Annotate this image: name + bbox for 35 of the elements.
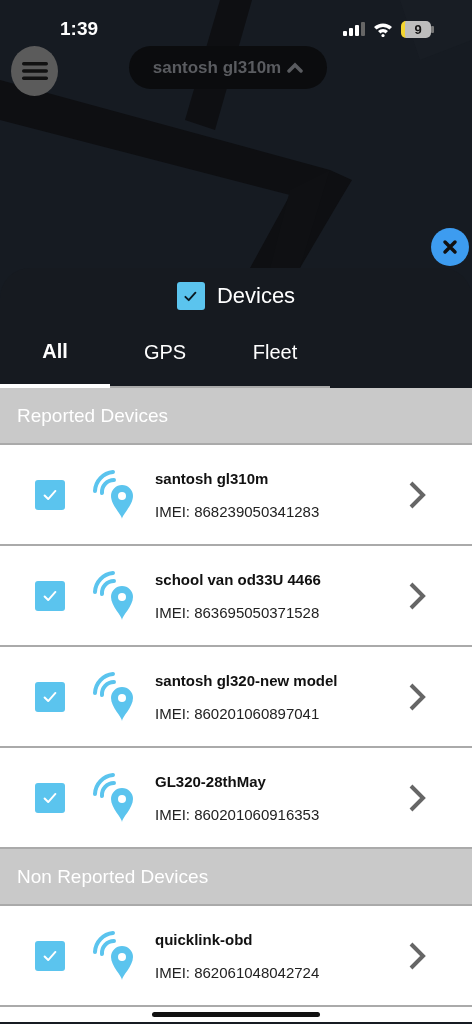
checkbox[interactable]	[35, 782, 65, 813]
device-row[interactable]: school van od33U 4466 IMEI: 863695050371528	[0, 546, 472, 647]
chevron-right-icon	[407, 681, 427, 712]
chevron-right-icon	[407, 479, 427, 510]
chevron-right-icon	[407, 940, 427, 971]
chevron-right-icon	[407, 782, 427, 813]
chevron-right-icon	[407, 580, 427, 611]
checkbox[interactable]	[35, 580, 65, 611]
gps-pin-icon	[91, 569, 135, 622]
status-time: 1:39	[60, 18, 99, 40]
close-icon	[442, 239, 458, 255]
device-imei: IMEI: 862061048042724	[155, 963, 321, 981]
gps-pin-icon	[91, 771, 135, 824]
checkbox[interactable]	[176, 282, 205, 310]
wifi-icon	[373, 21, 393, 37]
device-name: santosh gl310m	[155, 469, 270, 487]
chevron-up-icon	[287, 62, 304, 73]
checkbox[interactable]	[35, 681, 65, 712]
device-imei: IMEI: 863695050371528	[155, 603, 321, 621]
device-name: quicklink-obd	[155, 930, 254, 948]
gps-pin-icon	[91, 670, 135, 723]
signal-icon	[343, 22, 365, 36]
device-row[interactable]: santosh gl310m IMEI: 868239050341283	[0, 445, 472, 546]
device-name: GL320-28thMay	[155, 772, 267, 790]
device-imei: IMEI: 868239050341283	[155, 502, 321, 520]
device-imei: IMEI: 860201060916353	[155, 805, 321, 823]
device-name: school van od33U 4466	[155, 570, 322, 588]
device-row[interactable]: santosh gl320-new model IMEI: 860201060897041	[0, 647, 472, 748]
checkbox[interactable]	[35, 940, 65, 971]
device-name: santosh gl320-new model	[155, 671, 339, 689]
device-imei: IMEI: 860201060897041	[155, 704, 321, 722]
menu-icon	[21, 61, 48, 81]
checkbox[interactable]	[35, 479, 65, 510]
gps-pin-icon	[91, 929, 135, 982]
sheet-title: Devices	[216, 283, 296, 309]
